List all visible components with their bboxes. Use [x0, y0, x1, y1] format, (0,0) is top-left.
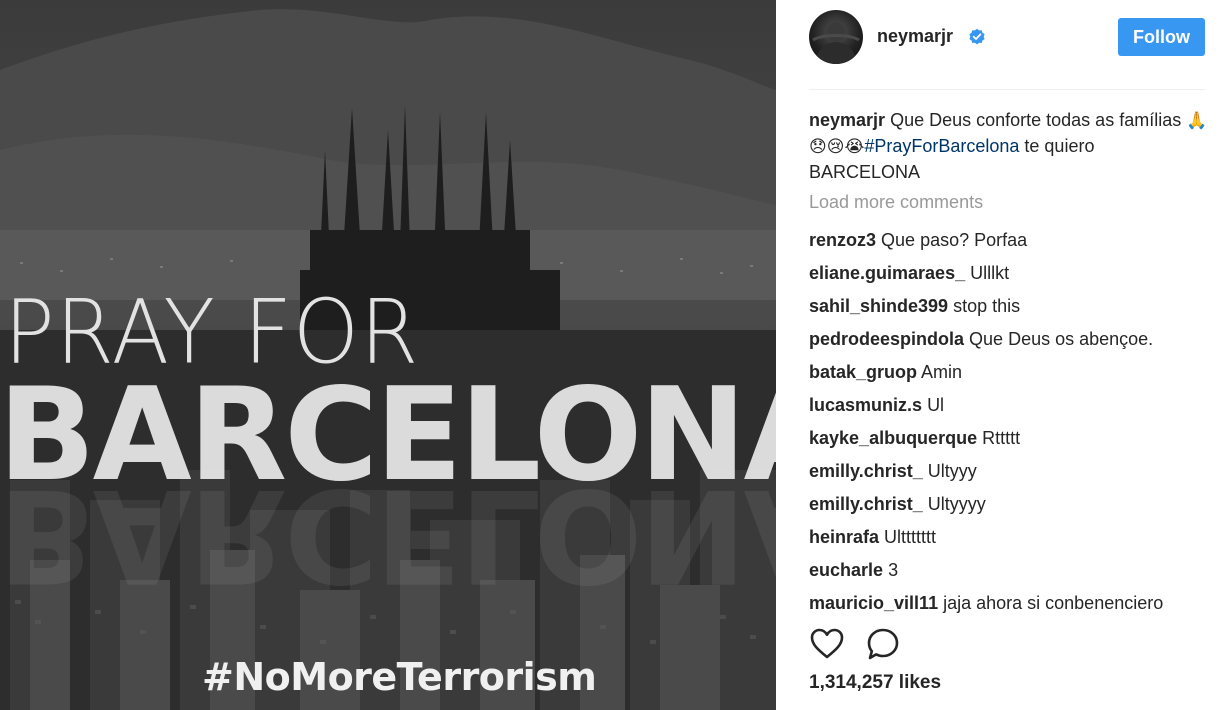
comment-username[interactable]: pedrodeespindola	[809, 329, 964, 349]
barcelona-text: BARCELONA	[0, 361, 776, 510]
comment-username[interactable]: eucharle	[809, 560, 883, 580]
comment-text: Que paso? Porfaa	[881, 230, 1028, 250]
avatar-silhouette-icon	[812, 22, 860, 64]
comment-username[interactable]: mauricio_vill11	[809, 593, 938, 613]
comment-item: emilly.christ_ Ultyyy	[809, 459, 1229, 492]
no-more-terrorism-hashtag: #NoMoreTerrorism	[202, 655, 597, 699]
post-image: BARCELONA PRAY FOR BARCELONA #NoMoreTerr…	[0, 0, 776, 710]
load-more-comments-link[interactable]: Load more comments	[809, 192, 983, 213]
post-panel: neymarjr Follow neymarjr Que Deus confor…	[776, 0, 1231, 710]
comment-text: 3	[888, 560, 899, 580]
avatar[interactable]	[809, 10, 863, 64]
comment-text: Rttttt	[982, 428, 1021, 448]
comment-text: Ultyyy	[927, 461, 977, 481]
comment-username[interactable]: heinrafa	[809, 527, 879, 547]
comment-item: kayke_albuquerque Rttttt	[809, 426, 1229, 459]
comments-list: renzoz3 Que paso? Porfaa eliane.guimarae…	[809, 228, 1229, 624]
comment-username[interactable]: eliane.guimaraes_	[809, 263, 965, 283]
comment-username[interactable]: renzoz3	[809, 230, 876, 250]
caption-hashtag-link[interactable]: #PrayForBarcelona	[864, 136, 1019, 156]
heart-icon[interactable]	[809, 626, 845, 662]
comment-item: eucharle 3	[809, 558, 1229, 591]
comment-item: sahil_shinde399 stop this	[809, 294, 1229, 327]
comment-item: emilly.christ_ Ultyyyy	[809, 492, 1229, 525]
comment-text: stop this	[953, 296, 1021, 316]
comment-item: batak_gruop Amin	[809, 360, 1229, 393]
comment-text: Ul	[927, 395, 945, 415]
header-username[interactable]: neymarjr	[877, 26, 953, 47]
verified-badge-icon	[969, 28, 985, 45]
comment-item: pedrodeespindola Que Deus os abençoe.	[809, 327, 1229, 360]
comment-text: Ulllkt	[970, 263, 1010, 283]
comment-username[interactable]: batak_gruop	[809, 362, 917, 382]
comment-item: renzoz3 Que paso? Porfaa	[809, 228, 1229, 261]
caption-username[interactable]: neymarjr	[809, 110, 885, 130]
comment-text: jaja ahora si conbenenciero	[943, 593, 1164, 613]
comment-text: Ulttttttt	[884, 527, 937, 547]
comment-text: Que Deus os abençoe.	[969, 329, 1154, 349]
comment-text: Ultyyyy	[927, 494, 986, 514]
comment-item: heinrafa Ulttttttt	[809, 525, 1229, 558]
comment-icon[interactable]	[865, 626, 901, 662]
header-divider	[809, 89, 1205, 90]
post-caption: neymarjr Que Deus conforte todas as famí…	[809, 108, 1209, 185]
comment-username[interactable]: kayke_albuquerque	[809, 428, 977, 448]
comment-username[interactable]: sahil_shinde399	[809, 296, 948, 316]
post-header: neymarjr Follow	[776, 0, 1231, 90]
comment-username[interactable]: lucasmuniz.s	[809, 395, 922, 415]
follow-button[interactable]: Follow	[1118, 18, 1205, 56]
comment-item: lucasmuniz.s Ul	[809, 393, 1229, 426]
likes-count[interactable]: 1,314,257 likes	[809, 672, 941, 694]
comment-username[interactable]: emilly.christ_	[809, 461, 923, 481]
comment-text: Amin	[921, 362, 963, 382]
caption-text: Que Deus conforte todas as famílias	[890, 110, 1182, 130]
comment-item: mauricio_vill11 jaja ahora si conbenenci…	[809, 591, 1229, 624]
comment-item: eliane.guimaraes_ Ulllkt	[809, 261, 1229, 294]
comment-username[interactable]: emilly.christ_	[809, 494, 923, 514]
